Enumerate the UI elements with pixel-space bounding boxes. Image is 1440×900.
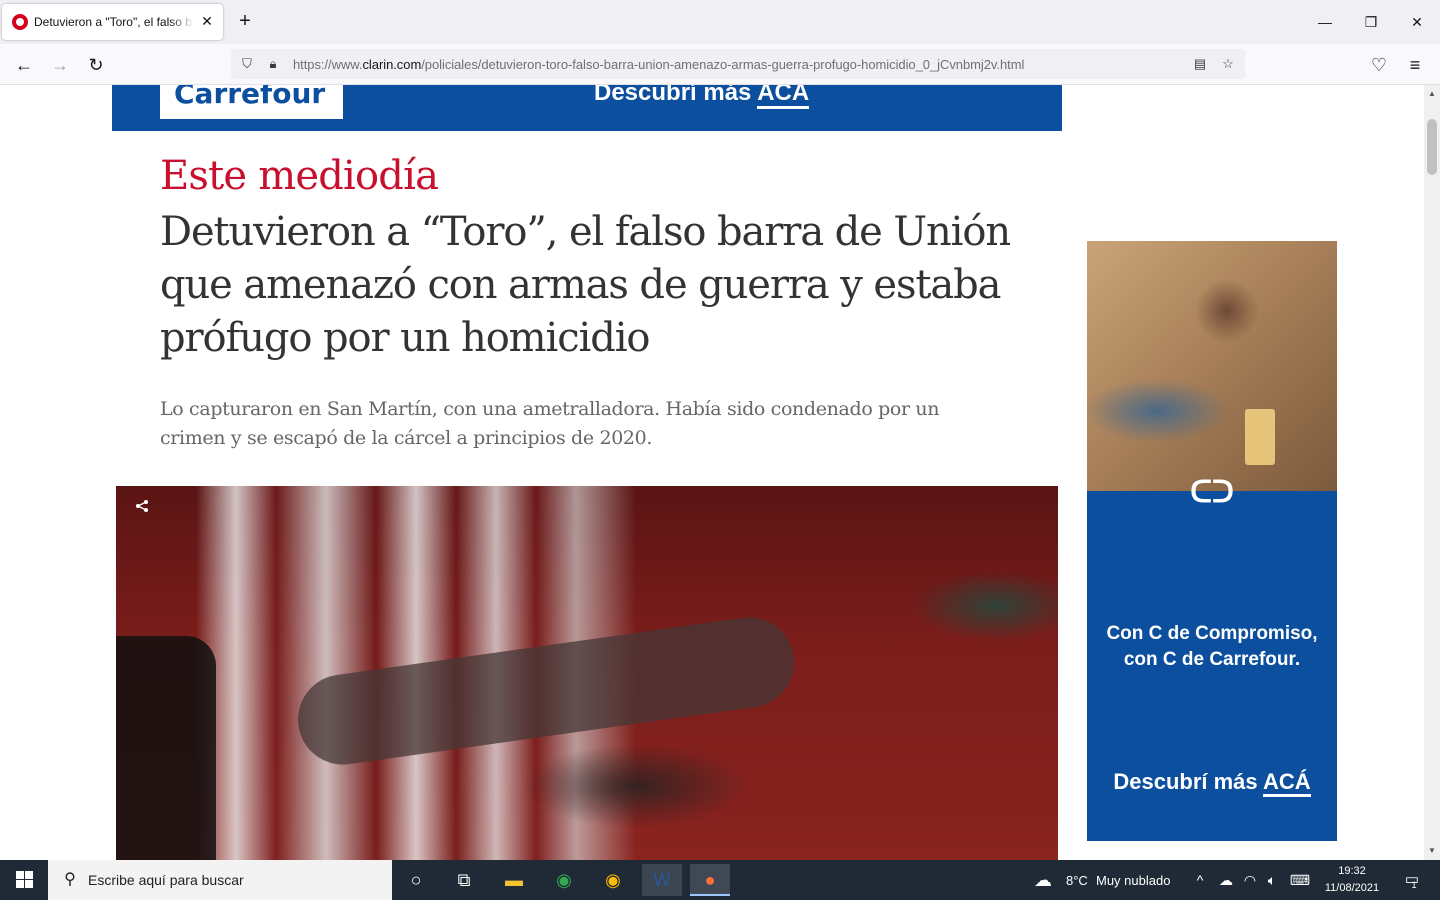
tab-close-icon[interactable]: ✕ bbox=[199, 13, 215, 29]
hero-shadow bbox=[116, 636, 216, 860]
chevron-up-icon[interactable]: ^ bbox=[1186, 864, 1214, 896]
carrefour-top-banner-ad[interactable]: Carrefour Descubrí más ACÁ bbox=[112, 85, 1062, 131]
new-tab-button[interactable]: + bbox=[234, 10, 256, 32]
clock-time[interactable]: 19:32 bbox=[1324, 865, 1380, 877]
carrefour-logo: Carrefour bbox=[160, 85, 343, 119]
browser-navigation-bar: ← → ↻ ⛉ 🔒︎ https://www.clarin.com/polici… bbox=[0, 44, 1440, 85]
keyboard-icon[interactable]: ⌨ bbox=[1286, 864, 1314, 896]
taskbar-search-box[interactable]: ⚲ Escribe aquí para buscar bbox=[48, 860, 392, 900]
article-summary: Lo capturaron en San Martín, con una ame… bbox=[160, 398, 940, 449]
banner-cta[interactable]: Descubrí más ACÁ bbox=[594, 85, 810, 109]
weather-temperature[interactable]: 8°C bbox=[1066, 873, 1088, 888]
weather-description[interactable]: Muy nublado bbox=[1096, 873, 1170, 888]
notification-count: 1 bbox=[1411, 880, 1417, 890]
browser-tab-bar: Detuvieron a "Toro", el falso barra ✕ + … bbox=[0, 0, 1440, 44]
tab-title: Detuvieron a "Toro", el falso barra bbox=[34, 15, 194, 29]
hamburger-menu-icon[interactable]: ≡ bbox=[1402, 52, 1428, 78]
article-headline: Detuvieron a “Toro”, el falso barra de U… bbox=[160, 209, 1011, 361]
reload-icon[interactable]: ↻ bbox=[83, 52, 109, 78]
web-page: Carrefour Descubrí más ACÁ Este mediodía… bbox=[0, 85, 1424, 860]
windows-start-button[interactable] bbox=[0, 860, 48, 900]
ad-slogan: Con C de Compromiso, con C de Carrefour. bbox=[1106, 623, 1318, 670]
pocket-icon[interactable]: ♡ bbox=[1366, 52, 1392, 78]
ad-cta[interactable]: Descubrí más ACÁ bbox=[1087, 769, 1337, 797]
word-icon[interactable]: W bbox=[642, 864, 682, 896]
shield-icon[interactable]: ⛉ bbox=[238, 55, 256, 73]
share-icon[interactable] bbox=[132, 498, 152, 518]
scroll-thumb[interactable] bbox=[1427, 119, 1437, 175]
ad-photo bbox=[1087, 241, 1337, 491]
back-arrow-icon[interactable]: ← bbox=[11, 52, 37, 78]
browser-tab[interactable]: Detuvieron a "Toro", el falso barra ✕ bbox=[2, 4, 223, 40]
scroll-up-icon[interactable]: ▲ bbox=[1424, 87, 1440, 101]
search-icon: ⚲ bbox=[64, 871, 76, 888]
clarin-favicon-icon bbox=[12, 14, 28, 30]
volume-icon[interactable]: 🔈︎ bbox=[1258, 864, 1286, 896]
url-text[interactable]: https://www.clarin.com/policiales/detuvi… bbox=[293, 57, 1024, 72]
hero-blur-shape bbox=[292, 611, 800, 771]
reader-view-icon[interactable]: ▤ bbox=[1191, 55, 1209, 73]
page-scrollbar[interactable]: ▲ ▼ bbox=[1424, 85, 1440, 860]
windows-taskbar: ⚲ Escribe aquí para buscar ○ ⧉ ▬ ◉ ◉ W ●… bbox=[0, 860, 1440, 900]
carrefour-side-ad[interactable]: ᑕᑐ Con C de Compromiso, con C de Carrefo… bbox=[1087, 241, 1337, 841]
firefox-icon[interactable]: ● bbox=[690, 864, 730, 896]
file-explorer-icon[interactable]: ▬ bbox=[494, 864, 534, 896]
scroll-down-icon[interactable]: ▼ bbox=[1424, 844, 1440, 858]
task-view-icon[interactable]: ⧉ bbox=[444, 864, 484, 896]
article-hero-video[interactable] bbox=[116, 486, 1058, 860]
star-icon[interactable]: ☆ bbox=[1219, 55, 1237, 73]
forward-arrow-icon[interactable]: → bbox=[47, 52, 73, 78]
article-kicker: Este mediodía bbox=[160, 153, 439, 199]
carrefour-logo-icon: ᑕᑐ bbox=[1190, 476, 1234, 509]
minimize-window-button[interactable]: — bbox=[1310, 8, 1340, 36]
cortana-icon[interactable]: ○ bbox=[396, 864, 436, 896]
weather-cloud-icon[interactable]: ☁ bbox=[1026, 864, 1060, 896]
lock-icon[interactable]: 🔒︎ bbox=[264, 55, 282, 73]
close-window-button[interactable]: ✕ bbox=[1402, 8, 1432, 36]
restore-window-button[interactable]: ❐ bbox=[1356, 8, 1386, 36]
clock-date[interactable]: 11/08/2021 bbox=[1320, 882, 1384, 894]
address-bar[interactable]: ⛉ 🔒︎ https://www.clarin.com/policiales/d… bbox=[231, 49, 1245, 79]
ad-photo-jar bbox=[1245, 409, 1275, 465]
chrome-profile-icon[interactable]: ◉ bbox=[593, 864, 633, 896]
chrome-icon[interactable]: ◉ bbox=[544, 864, 584, 896]
search-placeholder: Escribe aquí para buscar bbox=[88, 872, 244, 888]
